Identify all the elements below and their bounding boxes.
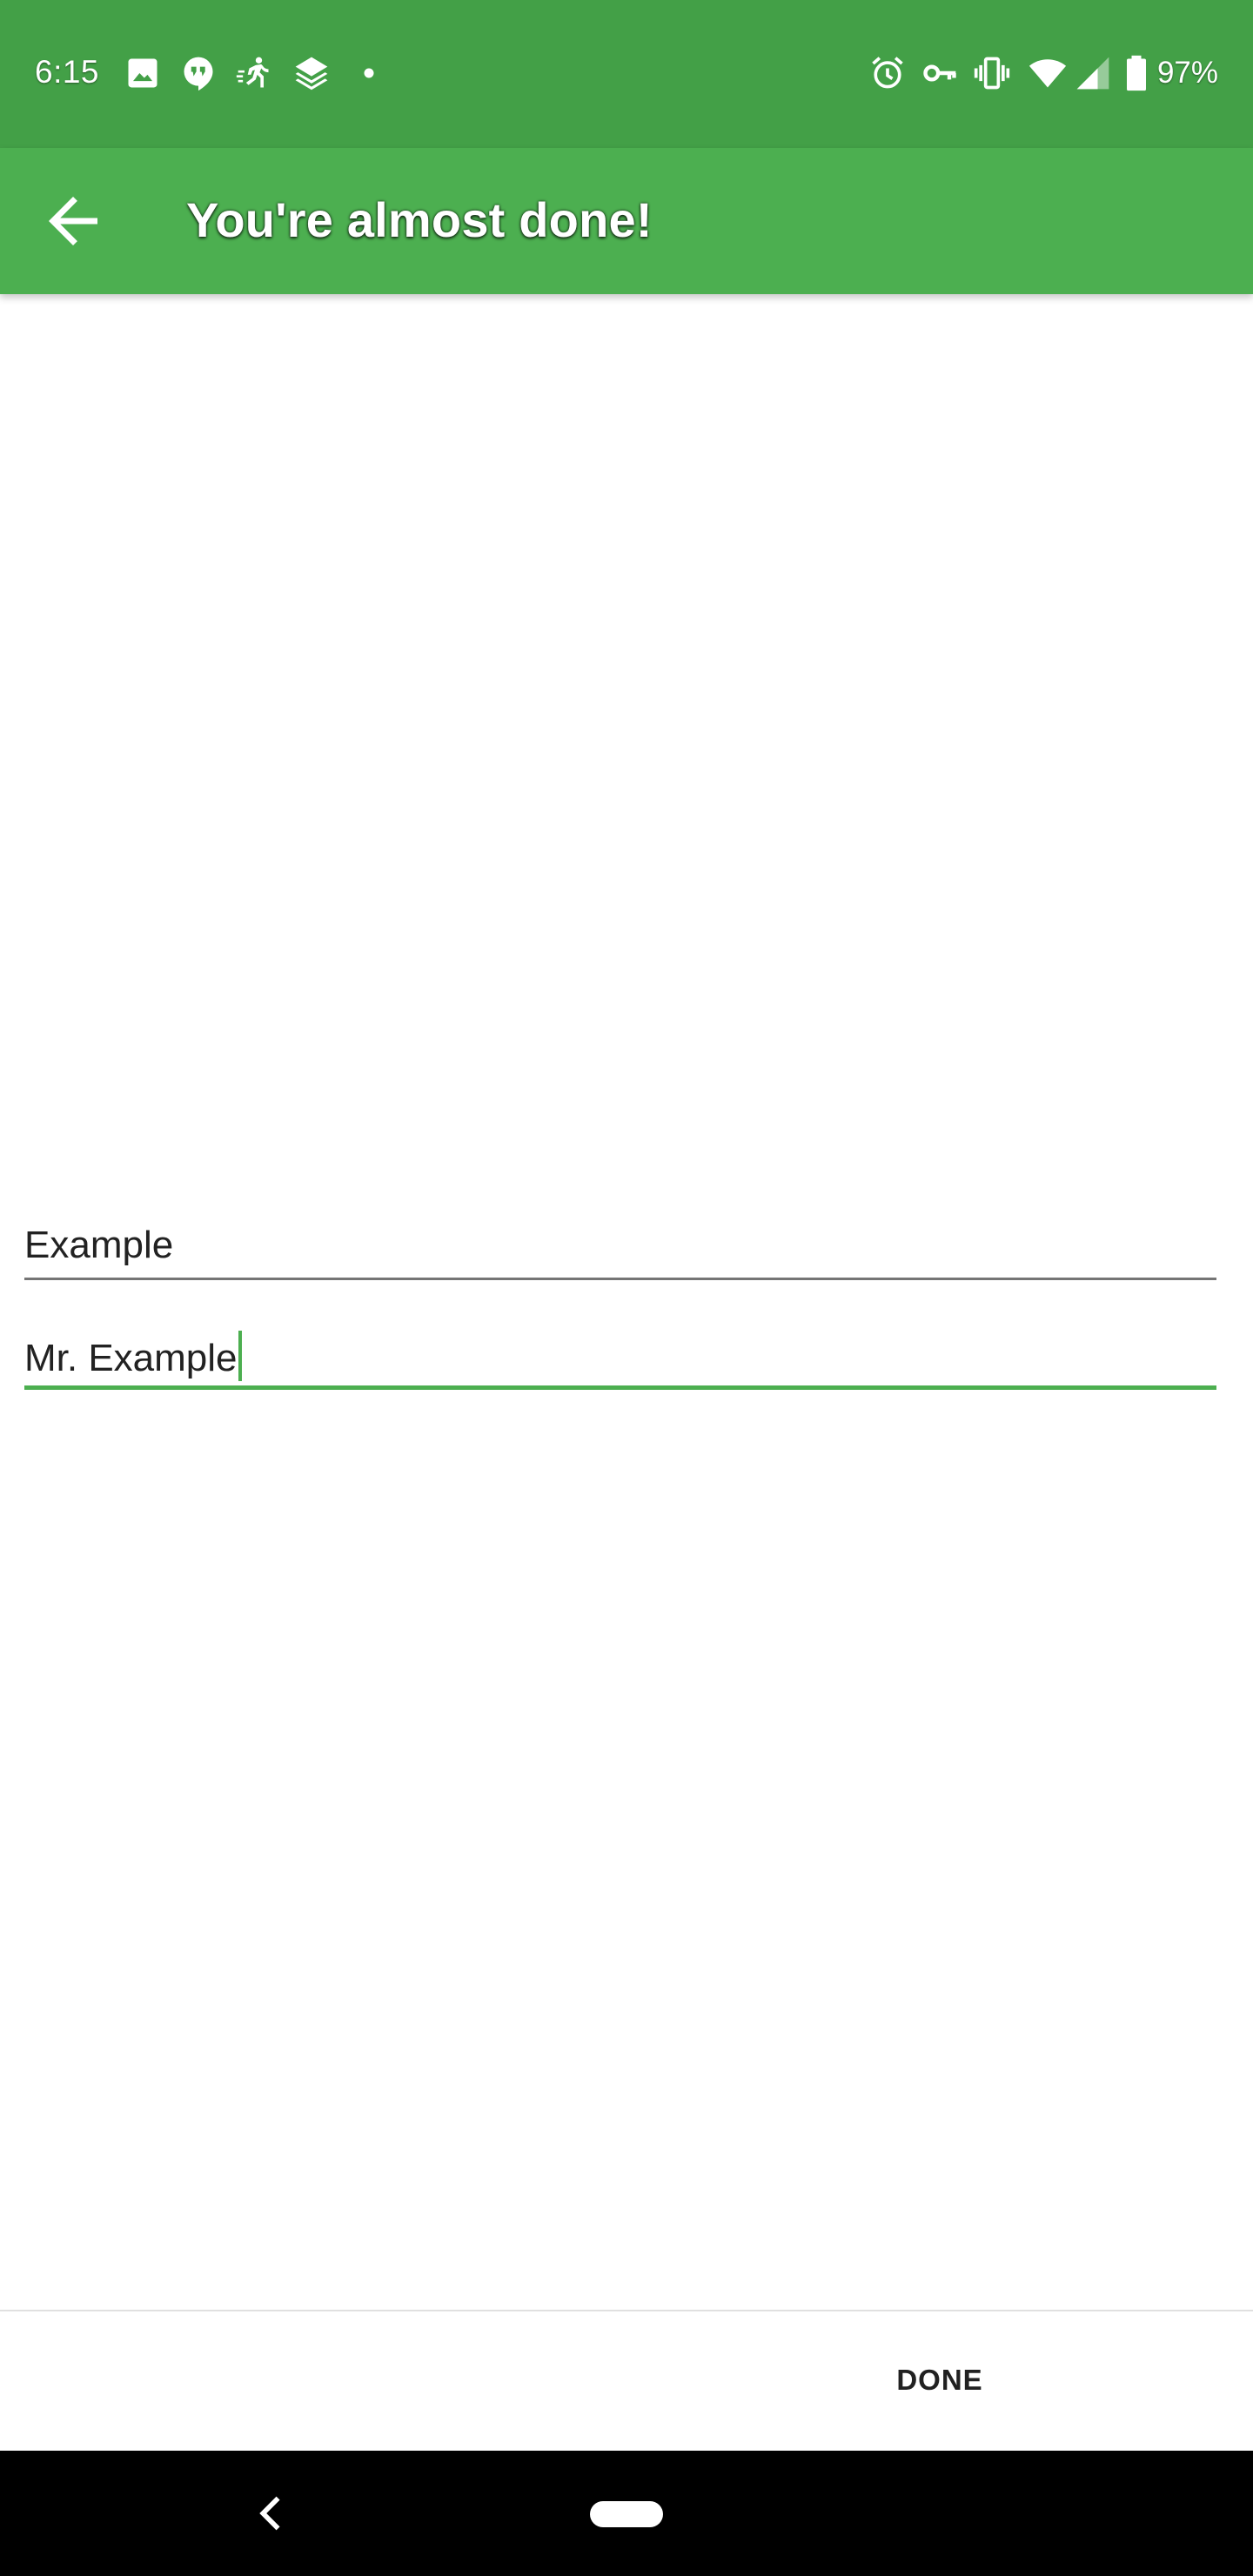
done-button[interactable]: DONE [861,2341,1018,2419]
vpn-key-icon [921,54,959,92]
nav-back-icon[interactable] [249,2491,294,2536]
running-icon [235,54,273,92]
first-name-value: Example [24,1224,174,1266]
layers-icon [292,54,331,92]
status-time: 6:15 [35,54,100,90]
text-cursor [238,1331,242,1381]
wifi-icon [1029,54,1067,92]
app-bar: You're almost done! [0,148,1253,294]
first-name-underline [24,1278,1216,1280]
display-name-underline-focused [24,1385,1216,1390]
page-title: You're almost done! [186,192,653,247]
screen: 6:15 97% You're almost done! Example Mr.… [0,0,1253,2576]
display-name-field[interactable]: Mr. Example [24,1325,1216,1391]
vibrate-icon [973,54,1011,92]
first-name-field[interactable]: Example [24,1217,1216,1280]
arrow-back-icon [49,197,97,245]
alarm-icon [868,54,907,92]
footer-divider [0,2310,1253,2311]
cell-signal-icon [1074,54,1112,92]
status-bar: 6:15 97% [0,0,1253,148]
back-button[interactable] [37,184,110,258]
nav-home-pill[interactable] [590,2501,663,2527]
hangouts-icon [179,54,218,92]
navigation-bar [0,2451,1253,2576]
dot-icon [350,54,388,92]
battery-percent: 97% [1156,56,1218,90]
image-icon [124,54,162,92]
display-name-text: Mr. Example [24,1331,242,1381]
display-name-value: Mr. Example [24,1337,238,1379]
battery-icon [1117,54,1156,92]
